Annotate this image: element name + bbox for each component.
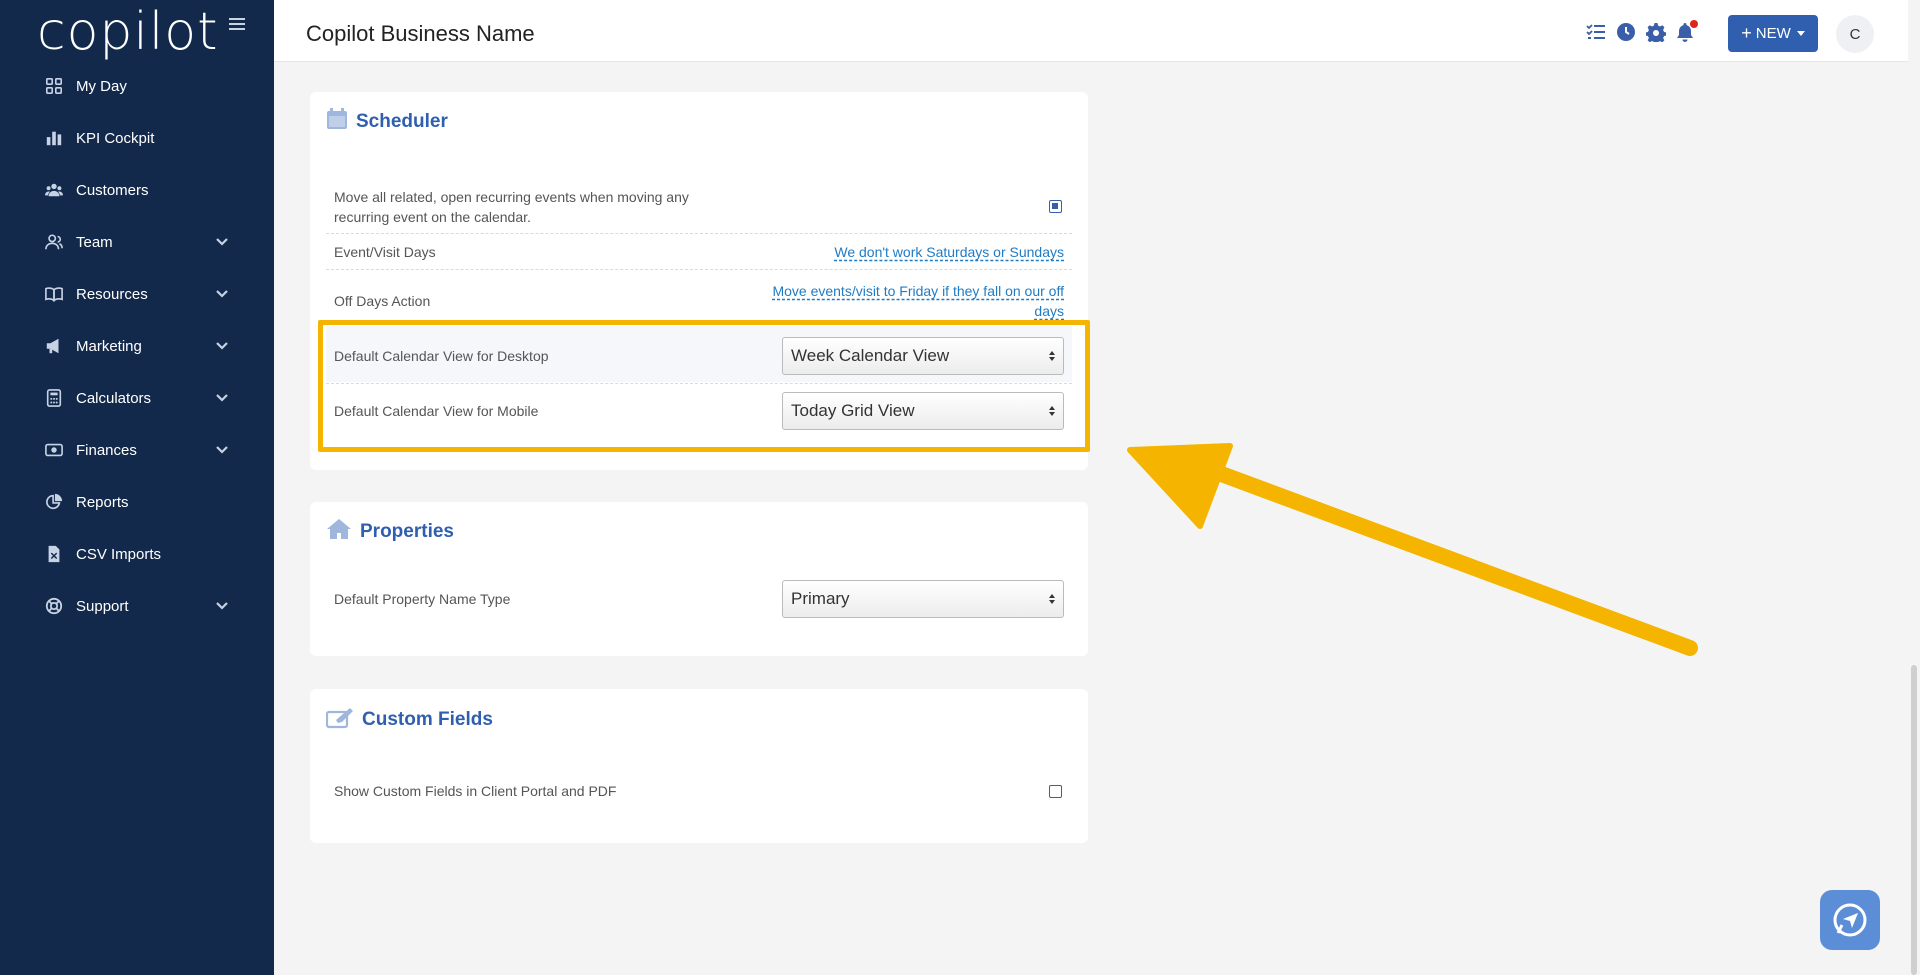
new-button-label: NEW [1755, 25, 1791, 42]
avatar[interactable]: C [1836, 15, 1874, 53]
show-custom-fields-label: Show Custom Fields in Client Portal and … [334, 783, 617, 799]
plus-icon: + [1741, 23, 1752, 43]
custom-fields-title: Custom Fields [362, 708, 493, 730]
visit-days-link[interactable]: We don't work Saturdays or Sundays [834, 242, 1072, 262]
select-arrows-icon [1049, 594, 1055, 604]
mobile-view-select[interactable]: Today Grid View [782, 392, 1064, 430]
book-icon [44, 284, 64, 304]
annotation-arrow [1127, 443, 1698, 656]
sidebar-item-resources[interactable]: Resources [0, 268, 274, 320]
sidebar-item-label: CSV Imports [76, 545, 162, 563]
hamburger-menu-icon[interactable] [229, 18, 245, 32]
sidebar-item-label: Support [76, 597, 129, 615]
move-recurring-label: Move all related, open recurring events … [334, 188, 689, 225]
new-button[interactable]: + NEW [1728, 15, 1818, 52]
bell-icon[interactable] [1675, 20, 1698, 42]
megaphone-icon [44, 336, 64, 356]
bar-chart-icon [44, 128, 64, 148]
sidebar-item-csv-imports[interactable]: CSV Imports [0, 528, 274, 580]
home-icon [326, 518, 352, 545]
sidebar-item-customers[interactable]: Customers [0, 164, 274, 216]
sidebar-item-marketing[interactable]: Marketing [0, 320, 274, 372]
sidebar-item-label: KPI Cockpit [76, 129, 155, 147]
sidebar-item-label: Resources [76, 285, 148, 303]
chat-icon [1833, 903, 1867, 937]
sidebar-item-label: My Day [76, 77, 127, 95]
tasks-icon[interactable] [1586, 22, 1606, 42]
select-arrows-icon [1049, 350, 1055, 361]
property-name-type-label: Default Property Name Type [334, 591, 511, 607]
select-arrows-icon [1049, 406, 1055, 416]
chevron-down-icon[interactable] [214, 338, 230, 354]
properties-card: Properties Default Property Name Type Pr… [310, 502, 1088, 656]
sidebar-item-label: Reports [76, 493, 129, 511]
team-icon [44, 232, 64, 252]
show-custom-fields-checkbox[interactable] [1049, 784, 1062, 798]
mobile-view-row: Default Calendar View for Mobile Today G… [326, 384, 1072, 438]
page-scrollbar[interactable] [1908, 0, 1920, 975]
scheduler-header: Scheduler [326, 108, 448, 135]
gear-icon[interactable] [1645, 22, 1667, 45]
csv-file-icon [44, 544, 64, 564]
show-custom-fields-row: Show Custom Fields in Client Portal and … [326, 771, 1072, 811]
sidebar-item-label: Customers [76, 181, 149, 199]
sidebar-item-finances[interactable]: Finances [0, 424, 274, 476]
edit-icon [325, 705, 354, 734]
grid-icon [44, 76, 64, 96]
top-header: Copilot Business Name + NEW C [274, 0, 1920, 62]
sidebar-item-label: Team [76, 233, 113, 251]
scrollbar-thumb[interactable] [1911, 665, 1917, 975]
sidebar-item-my-day[interactable]: My Day [0, 60, 274, 112]
visit-days-row: Event/Visit Days We don't work Saturdays… [326, 234, 1072, 270]
sidebar-item-support[interactable]: Support [0, 580, 274, 632]
off-days-label: Off Days Action [334, 293, 431, 309]
chevron-down-icon[interactable] [214, 442, 230, 458]
pie-chart-icon [44, 492, 64, 512]
calendar-icon [326, 108, 348, 135]
users-icon [44, 180, 64, 200]
chat-button[interactable] [1820, 890, 1880, 950]
mobile-view-label: Default Calendar View for Mobile [334, 403, 539, 419]
custom-fields-header: Custom Fields [325, 705, 493, 734]
desktop-view-label: Default Calendar View for Desktop [334, 347, 549, 364]
brand-logo[interactable]: copilot [37, 2, 219, 62]
property-name-type-row: Default Property Name Type Primary [326, 576, 1072, 622]
sidebar-item-label: Marketing [76, 337, 142, 355]
chevron-down-icon[interactable] [214, 234, 230, 250]
property-name-type-value: Primary [791, 589, 850, 608]
chevron-down-icon[interactable] [214, 598, 230, 614]
sidebar-nav: My Day KPI Cockpit Customers Team Resour… [0, 60, 274, 632]
properties-title: Properties [360, 520, 454, 542]
sidebar-item-label: Finances [76, 441, 137, 459]
sidebar-item-reports[interactable]: Reports [0, 476, 274, 528]
desktop-view-select[interactable]: Week Calendar View [782, 336, 1064, 375]
move-recurring-row: Move all related, open recurring events … [326, 180, 1072, 234]
visit-days-label: Event/Visit Days [334, 243, 436, 260]
desktop-view-row: Default Calendar View for Desktop Week C… [326, 328, 1072, 384]
move-recurring-checkbox[interactable] [1049, 200, 1062, 213]
sidebar-item-team[interactable]: Team [0, 216, 274, 268]
off-days-row: Off Days Action Move events/visit to Fri… [326, 278, 1072, 324]
chevron-down-icon[interactable] [214, 390, 230, 406]
caret-down-icon [1796, 31, 1805, 36]
scheduler-title: Scheduler [356, 110, 448, 132]
money-icon [44, 440, 64, 460]
clock-icon[interactable] [1616, 22, 1636, 42]
mobile-view-value: Today Grid View [791, 401, 915, 420]
sidebar-item-kpi-cockpit[interactable]: KPI Cockpit [0, 112, 274, 164]
property-name-type-select[interactable]: Primary [782, 580, 1064, 618]
off-days-link[interactable]: Move events/visit to Friday if they fall… [772, 281, 1072, 321]
notification-dot [1690, 20, 1698, 28]
chevron-down-icon[interactable] [214, 286, 230, 302]
sidebar: copilot My Day KPI Cockpit Customers Tea… [0, 0, 274, 975]
properties-header: Properties [326, 518, 454, 545]
sidebar-item-calculators[interactable]: Calculators [0, 372, 274, 424]
sidebar-item-label: Calculators [76, 389, 152, 407]
desktop-view-value: Week Calendar View [791, 345, 950, 365]
lifebuoy-icon [44, 596, 64, 616]
calculator-icon [44, 388, 64, 408]
page-title: Copilot Business Name [306, 21, 535, 46]
custom-fields-card: Custom Fields Show Custom Fields in Clie… [310, 689, 1088, 843]
